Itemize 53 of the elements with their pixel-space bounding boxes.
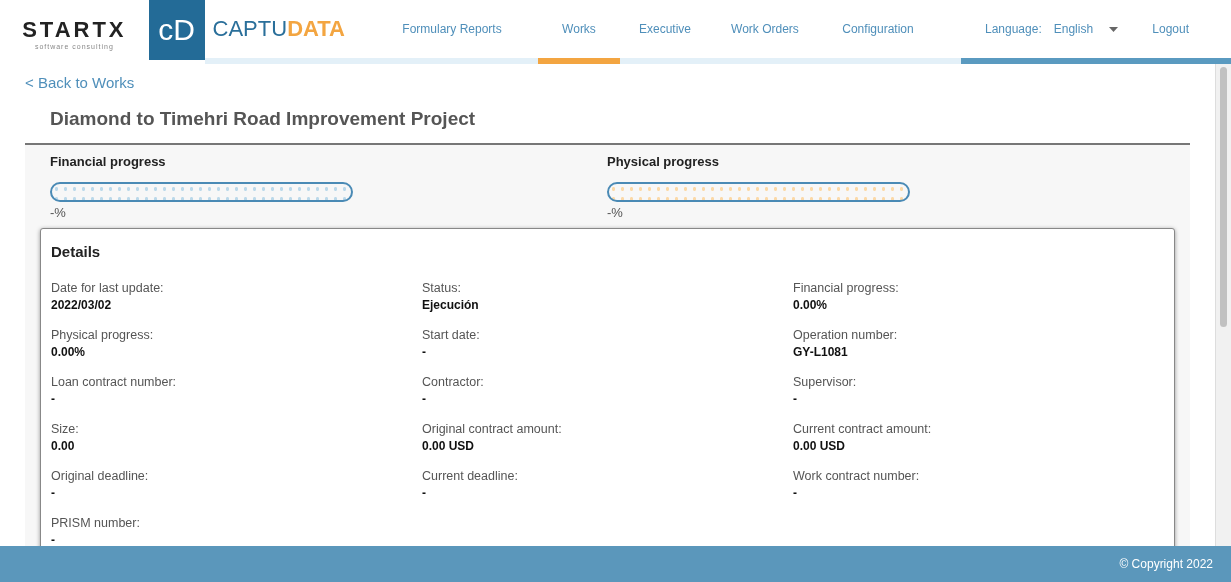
back-link[interactable]: < Back to Works [25,72,135,95]
field-value: 0.00% [793,296,828,314]
field-value: 0.00 USD [422,437,475,455]
field-label: Financial progress: [793,279,899,296]
caret-icon [1109,26,1119,32]
project-title: Diamond to Timehri Road Improvement Project [50,106,477,131]
product-logo-mark: cD [148,0,205,60]
field-label: Original deadline: [51,467,149,484]
nav-tab[interactable]: Works [538,0,620,64]
field-label: Date for last update: [51,279,164,296]
progress-label: Financial progress [50,153,166,171]
field-value: - [51,531,55,546]
field-value: - [51,484,55,502]
progress-reading: -% [607,203,623,222]
company-logo-text: STARTX [22,18,127,41]
nav-tab[interactable]: Work Orders [710,0,820,64]
field-label: Supervisor: [793,373,857,390]
field-label: Size: [51,420,79,437]
logout-link[interactable]: Logout [1152,20,1189,38]
copyright-text: © Copyright 2022 [1119,556,1213,573]
field-value: - [793,390,797,408]
field-value: - [51,390,55,408]
scrollbar[interactable] [1215,64,1231,546]
field-value: - [422,343,426,361]
field-label: Current contract amount: [793,420,932,437]
field-label: Operation number: [793,326,898,343]
language-dropdown[interactable]: English [1053,20,1119,38]
field-value: - [422,390,426,408]
field-value: - [793,484,797,502]
nav-tab[interactable]: Formulary Reports [366,0,538,64]
field-label: Loan contract number: [51,373,177,390]
field-value: GY-L1081 [793,343,848,361]
details-title: Details [51,242,102,262]
field-label: Status: [422,279,461,296]
field-value: 2022/03/02 [51,296,112,314]
field-label: Physical progress: [51,326,154,343]
nav-tab[interactable]: Executive [620,0,710,64]
progress-reading: -% [50,203,66,222]
field-value: 0.00% [51,343,86,361]
field-label: Current deadline: [422,467,518,484]
progress-label: Physical progress [607,153,719,171]
field-value: 0.00 USD [793,437,846,455]
field-label: PRISM number: [51,514,140,531]
field-label: Original contract amount: [422,420,562,437]
language-label: Language: [985,21,1042,38]
field-value: Ejecución [422,296,479,314]
field-label: Contractor: [422,373,484,390]
field-value: 0.00 [51,437,75,455]
field-label: Start date: [422,326,480,343]
field-value: - [422,484,426,502]
field-label: Work contract number: [793,467,920,484]
nav-tab[interactable]: Configuration [820,0,936,64]
product-name: CAPTUDATA [212,18,345,40]
